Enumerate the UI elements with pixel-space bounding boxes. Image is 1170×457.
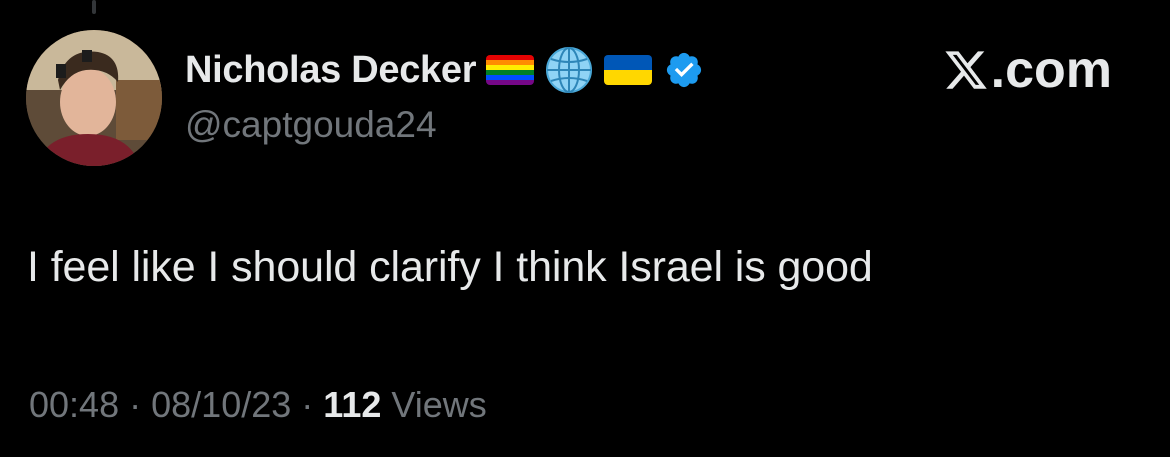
tweet-time[interactable]: 00:48 — [29, 384, 119, 425]
x-brand-watermark: .com — [943, 40, 1112, 100]
rainbow-flag-icon — [486, 55, 535, 85]
display-name[interactable]: Nicholas Decker — [185, 49, 477, 92]
meta-separator: · — [301, 384, 314, 425]
brand-text: .com — [990, 41, 1112, 99]
tweet-date[interactable]: 08/10/23 — [151, 384, 291, 425]
tweet-meta: 00:48 · 08/10/23 · 112 Views — [29, 384, 487, 426]
thread-connector-line — [92, 0, 96, 14]
x-logo-icon — [943, 45, 989, 95]
views-count: 112 — [323, 384, 382, 425]
ukraine-flag-icon — [604, 55, 653, 85]
name-row: Nicholas Decker — [185, 44, 704, 96]
globe-icon — [544, 45, 594, 95]
user-handle[interactable]: @captgouda24 — [185, 104, 437, 146]
avatar[interactable] — [26, 30, 162, 166]
verified-badge-icon[interactable] — [664, 50, 704, 90]
views-label: Views — [391, 384, 487, 425]
tweet-text: I feel like I should clarify I think Isr… — [27, 243, 873, 291]
meta-separator: · — [129, 384, 142, 425]
avatar-image — [26, 30, 162, 166]
